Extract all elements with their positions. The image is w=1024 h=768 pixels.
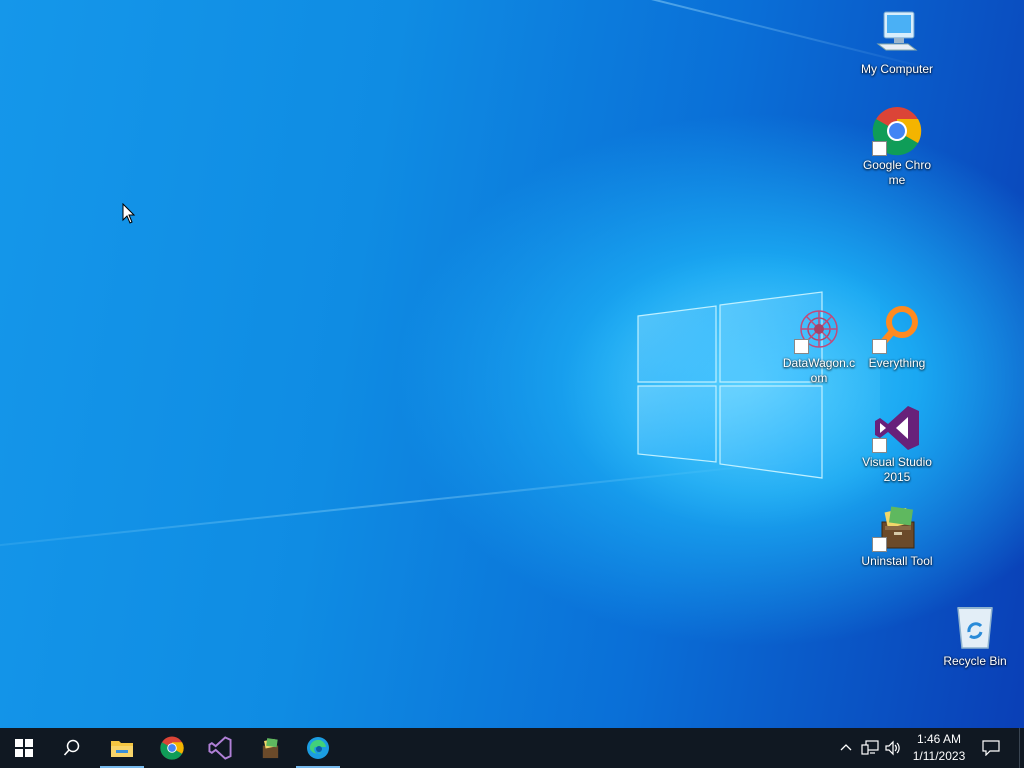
desktop-icon-my-computer[interactable]: My Computer: [858, 10, 936, 77]
uninstall-tool-icon: [872, 502, 922, 552]
shortcut-arrow-icon: [872, 339, 887, 354]
desktop[interactable]: My Computer Google Chrome DataWagon.com …: [0, 0, 1024, 728]
desktop-icon-uninstall-tool[interactable]: Uninstall Tool: [858, 502, 936, 569]
clock-time: 1:46 AM: [916, 732, 962, 746]
show-desktop-button[interactable]: [1019, 728, 1024, 768]
computer-icon: [872, 10, 922, 60]
search-button[interactable]: [48, 728, 96, 768]
desktop-icon-label: Google Chrome: [862, 158, 932, 187]
shortcut-arrow-icon: [872, 438, 887, 453]
desktop-icon-label: DataWagon.com: [782, 356, 856, 385]
light-beam: [0, 0, 941, 72]
uninstall-tool-icon: [262, 738, 279, 759]
speaker-icon: [885, 740, 900, 756]
taskbar-chrome[interactable]: [148, 728, 196, 768]
chrome-icon: [160, 736, 184, 760]
clock-date: 1/11/2023: [912, 749, 966, 763]
shortcut-arrow-icon: [794, 339, 809, 354]
recycle-bin-icon: [950, 602, 1000, 652]
chevron-up-icon: [840, 744, 852, 751]
desktop-icon-label: My Computer: [860, 62, 934, 76]
file-explorer-icon: [111, 741, 133, 757]
mouse-pointer-icon: [122, 203, 136, 224]
chrome-icon: [872, 106, 922, 156]
taskbar: 1:46 AM 1/11/2023: [0, 728, 1024, 768]
desktop-icon-label: Recycle Bin: [943, 654, 1007, 668]
start-windows-icon: [15, 739, 33, 757]
taskbar-edge[interactable]: [294, 728, 342, 768]
desktop-icon-visual-studio-2015[interactable]: Visual Studio 2015: [858, 403, 936, 485]
taskbar-visual-studio[interactable]: [196, 728, 244, 768]
desktop-icon-recycle-bin[interactable]: Recycle Bin: [936, 602, 1014, 669]
search-icon: [63, 739, 80, 756]
edge-icon: [307, 737, 329, 759]
volume-button[interactable]: [883, 738, 903, 758]
network-status-button[interactable]: [860, 738, 880, 758]
notification-icon: [982, 740, 1000, 756]
desktop-icon-everything[interactable]: Everything: [858, 304, 936, 371]
taskbar-uninstall-tool[interactable]: [246, 728, 294, 768]
desktop-icon-label: Everything: [868, 356, 926, 370]
shortcut-arrow-icon: [872, 141, 887, 156]
desktop-icon-google-chrome[interactable]: Google Chrome: [858, 106, 936, 188]
visual-studio-icon: [872, 403, 922, 453]
show-hidden-icons-button[interactable]: [836, 738, 856, 758]
taskbar-file-explorer[interactable]: [98, 728, 146, 768]
desktop-icon-label: Uninstall Tool: [861, 554, 933, 568]
start-button[interactable]: [0, 728, 48, 768]
desktop-icon-label: Visual Studio 2015: [862, 455, 932, 484]
action-center-button[interactable]: [981, 738, 1001, 758]
desktop-icon-datawagon[interactable]: DataWagon.com: [780, 304, 858, 386]
shortcut-arrow-icon: [872, 537, 887, 552]
datawagon-icon: [794, 304, 844, 354]
visual-studio-icon: [208, 736, 232, 760]
taskbar-clock[interactable]: 1:46 AM 1/11/2023: [906, 731, 972, 765]
network-icon: [861, 740, 879, 755]
everything-search-icon: [872, 304, 922, 354]
